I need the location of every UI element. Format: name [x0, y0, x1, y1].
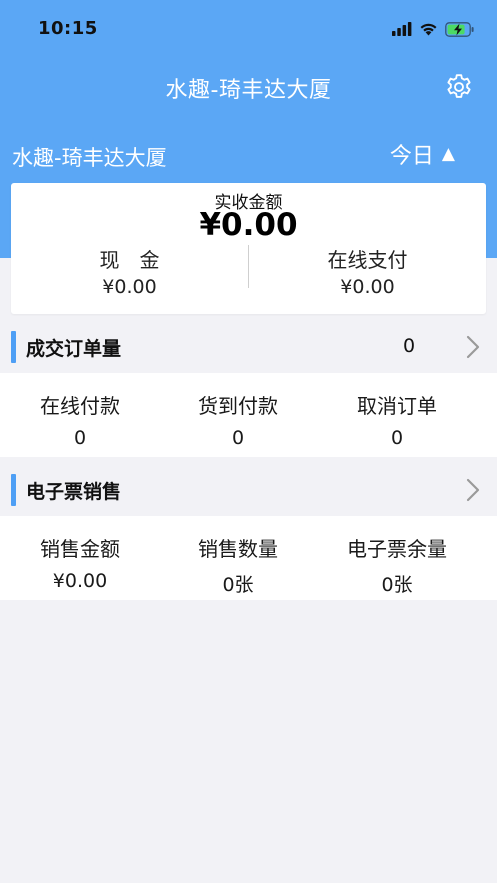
page-title: 水趣-琦丰达大厦	[165, 78, 332, 103]
battery-charging-icon	[445, 21, 474, 37]
eticket-remaining: 电子票余量 0张	[317, 516, 477, 600]
stat-label: 销售金额	[40, 537, 120, 561]
date-filter-label: 今日	[389, 144, 434, 169]
revenue-card: 实收金额 ¥0.00 现 金 ¥0.00 在线支付 ¥0.00	[11, 183, 486, 314]
section-accent-bar	[11, 331, 16, 363]
sales-quantity: 销售数量 0张	[158, 516, 318, 600]
stat-label: 货到付款	[198, 394, 278, 418]
orders-section-header[interactable]: 成交订单量 0	[0, 325, 497, 369]
sales-amount: 销售金额 ¥0.00	[0, 516, 160, 600]
settings-button[interactable]	[443, 71, 475, 103]
eticket-section-title: 电子票销售	[26, 481, 122, 503]
orders-count: 0	[403, 335, 416, 357]
cash-column: 现 金 ¥0.00	[11, 247, 248, 298]
stat-value: 0	[231, 427, 245, 449]
orders-stats-row: 在线付款 0 货到付款 0 取消订单 0	[0, 373, 497, 457]
stat-value: 0张	[222, 574, 254, 596]
online-payment-column: 在线支付 ¥0.00	[249, 247, 486, 298]
stat-label: 电子票余量	[347, 537, 447, 561]
online-paid-orders: 在线付款 0	[0, 373, 160, 457]
stat-value: ¥0.00	[52, 570, 108, 592]
stat-label: 取消订单	[357, 394, 437, 418]
cash-on-delivery-orders: 货到付款 0	[158, 373, 318, 457]
date-filter-button[interactable]: 今日 ▲	[390, 138, 455, 170]
stat-value: 0	[390, 427, 404, 449]
stat-value: 0	[73, 427, 87, 449]
cash-value: ¥0.00	[102, 276, 157, 298]
revenue-amount: ¥0.00	[199, 207, 298, 243]
cash-label: 现 金	[99, 248, 160, 272]
gear-icon	[447, 74, 471, 98]
triangle-up-icon: ▲	[441, 144, 455, 164]
stat-label: 在线付款	[40, 394, 120, 418]
section-accent-bar	[11, 474, 16, 506]
stat-label: 销售数量	[198, 537, 278, 561]
cancelled-orders: 取消订单 0	[317, 373, 477, 457]
status-bar: 10:15	[0, 0, 497, 58]
nav-bar: 水趣-琦丰达大厦	[0, 58, 497, 118]
stat-value: 0张	[381, 574, 413, 596]
online-payment-label: 在线支付	[327, 248, 408, 272]
status-icons	[392, 19, 475, 39]
eticket-section-header[interactable]: 电子票销售	[0, 468, 497, 512]
chevron-right-icon	[466, 335, 480, 359]
wifi-icon	[420, 23, 437, 36]
chevron-right-icon	[466, 478, 480, 502]
store-bar: 水趣-琦丰达大厦 今日 ▲	[0, 134, 497, 176]
orders-section-title: 成交订单量	[26, 338, 122, 360]
signal-icon	[392, 22, 412, 36]
status-time: 10:15	[38, 18, 98, 39]
online-payment-value: ¥0.00	[340, 276, 395, 298]
store-name: 水趣-琦丰达大厦	[12, 146, 167, 170]
eticket-stats-row: 销售金额 ¥0.00 销售数量 0张 电子票余量 0张	[0, 516, 497, 600]
